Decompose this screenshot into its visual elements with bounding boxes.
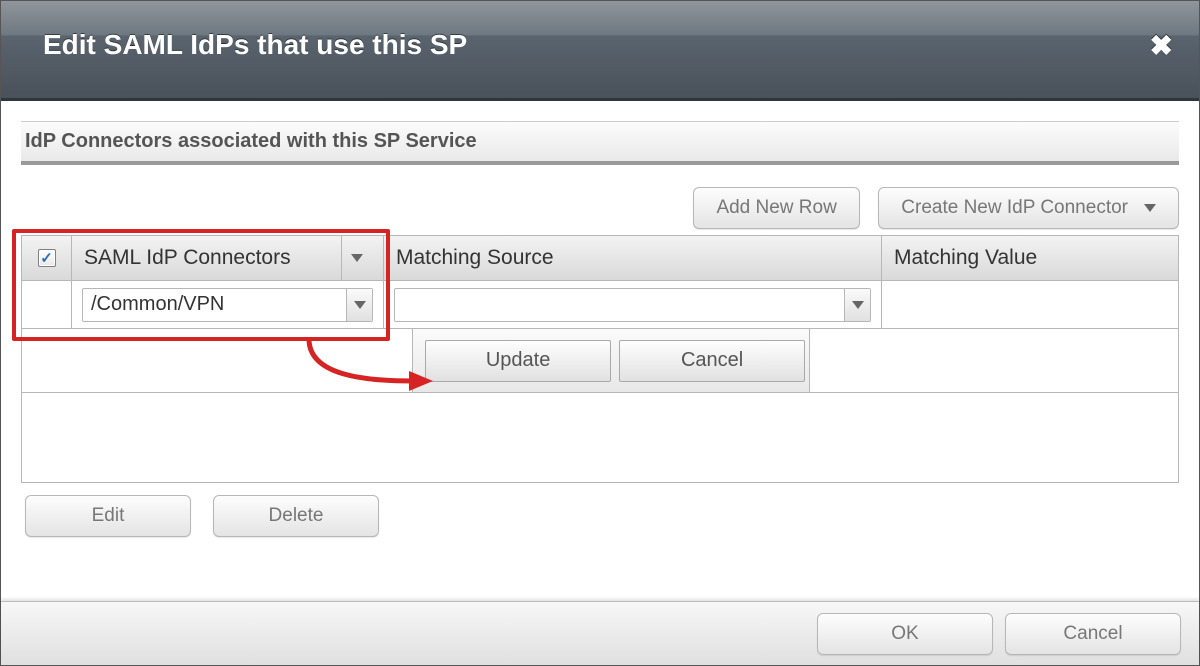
matching-value-input[interactable] [892, 288, 1168, 322]
delete-label: Delete [269, 505, 324, 527]
grid-header-value-label: Matching Value [894, 246, 1037, 270]
grid-header-connectors[interactable]: SAML IdP Connectors [72, 236, 384, 280]
section-title: IdP Connectors associated with this SP S… [21, 121, 1179, 165]
cancel-row-label: Cancel [681, 349, 743, 371]
create-idp-connector-button[interactable]: Create New IdP Connector [878, 187, 1179, 229]
chevron-down-icon [351, 254, 363, 262]
idp-connector-dropdown-button[interactable] [346, 289, 372, 321]
chevron-down-icon [1144, 204, 1156, 212]
dialog-footer: OK Cancel [1, 601, 1199, 665]
ok-button[interactable]: OK [817, 613, 993, 655]
grid-header-row: ✓ SAML IdP Connectors Matching Source Ma… [21, 235, 1179, 281]
dialog-titlebar: Edit SAML IdPs that use this SP ✖ [1, 1, 1199, 101]
grid-header-checkbox-cell: ✓ [22, 236, 72, 280]
cancel-label: Cancel [1063, 623, 1122, 645]
idp-connector-select[interactable]: /Common/VPN [82, 288, 373, 322]
update-label: Update [486, 349, 551, 371]
row-edit-bar: Update Cancel [21, 329, 1179, 393]
chevron-down-icon [852, 301, 864, 309]
row-connector-cell: /Common/VPN [72, 281, 384, 328]
edit-label: Edit [92, 505, 125, 527]
add-new-row-button[interactable]: Add New Row [693, 187, 859, 229]
row-edit-rest [810, 329, 1178, 392]
chevron-down-icon [354, 301, 366, 309]
matching-source-dropdown-button[interactable] [844, 289, 870, 321]
table-row[interactable]: /Common/VPN [21, 281, 1179, 329]
dialog-window: Edit SAML IdPs that use this SP ✖ IdP Co… [0, 0, 1200, 666]
dialog-content: IdP Connectors associated with this SP S… [1, 101, 1199, 537]
grid-header-source[interactable]: Matching Source [384, 236, 882, 280]
row-value-cell [882, 281, 1178, 328]
edit-button[interactable]: Edit [25, 495, 191, 537]
matching-source-select[interactable] [394, 288, 871, 322]
add-new-row-label: Add New Row [716, 197, 836, 219]
row-edit-buttons: Update Cancel [413, 329, 810, 392]
ok-label: OK [891, 623, 918, 645]
grid-empty-area [21, 393, 1179, 483]
checkmark-icon: ✓ [40, 251, 53, 266]
cancel-row-button[interactable]: Cancel [619, 340, 805, 382]
idp-connector-value: /Common/VPN [83, 293, 346, 316]
column-menu-connectors[interactable] [341, 236, 371, 280]
row-checkbox-cell [22, 281, 72, 328]
idp-connectors-grid: ✓ SAML IdP Connectors Matching Source Ma… [21, 235, 1179, 483]
delete-button[interactable]: Delete [213, 495, 379, 537]
grid-footer-buttons: Edit Delete [21, 495, 1179, 537]
grid-toolbar: Add New Row Create New IdP Connector [21, 187, 1179, 229]
grid-header-value[interactable]: Matching Value [882, 236, 1178, 280]
update-button[interactable]: Update [425, 340, 611, 382]
cancel-button[interactable]: Cancel [1005, 613, 1181, 655]
select-all-checkbox[interactable]: ✓ [38, 249, 56, 267]
close-icon[interactable]: ✖ [1150, 29, 1173, 62]
row-edit-spacer [22, 329, 413, 392]
grid-header-connectors-label: SAML IdP Connectors [84, 246, 291, 270]
create-idp-connector-label: Create New IdP Connector [901, 197, 1128, 219]
grid-header-source-label: Matching Source [396, 246, 554, 270]
row-source-cell [384, 281, 882, 328]
dialog-title: Edit SAML IdPs that use this SP [43, 29, 467, 60]
